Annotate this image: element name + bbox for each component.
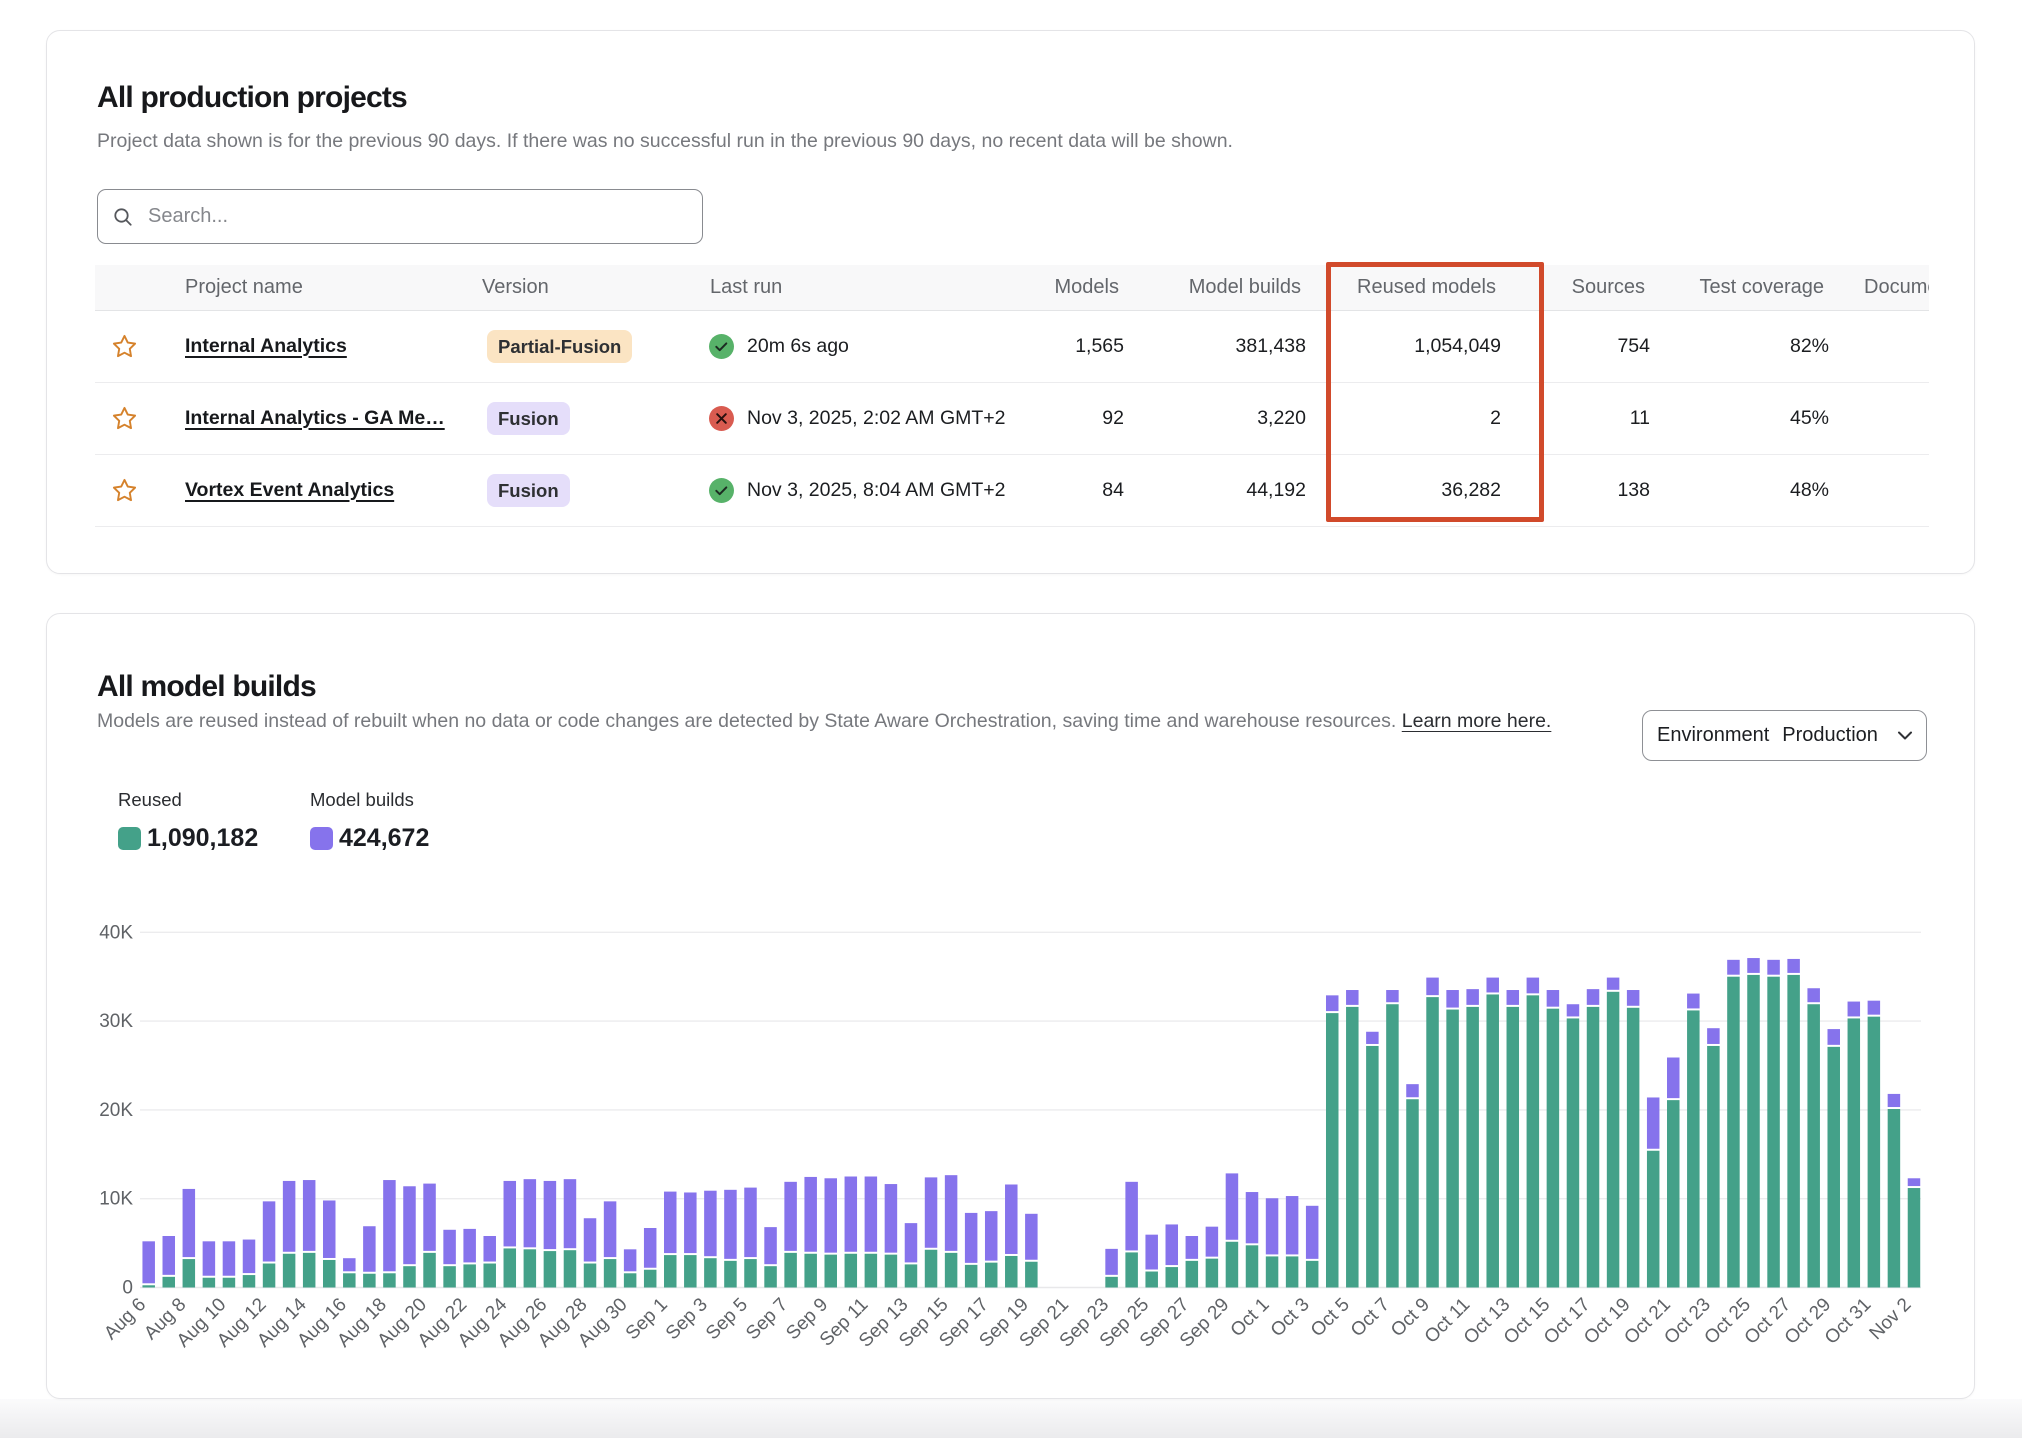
- svg-text:0: 0: [122, 1278, 133, 1299]
- svg-text:Sep 5: Sep 5: [702, 1294, 752, 1344]
- svg-text:Sep 3: Sep 3: [662, 1294, 712, 1344]
- svg-text:40K: 40K: [99, 922, 133, 943]
- svg-text:Oct 31: Oct 31: [1821, 1294, 1875, 1348]
- svg-text:Sep 7: Sep 7: [742, 1294, 792, 1344]
- svg-text:30K: 30K: [99, 1011, 133, 1032]
- svg-text:Oct 5: Oct 5: [1307, 1294, 1354, 1341]
- svg-text:Sep 1: Sep 1: [622, 1294, 672, 1344]
- svg-text:Oct 3: Oct 3: [1267, 1294, 1314, 1341]
- svg-text:Aug 6: Aug 6: [100, 1294, 150, 1344]
- svg-text:10K: 10K: [99, 1189, 133, 1210]
- svg-text:Oct 1: Oct 1: [1227, 1294, 1274, 1341]
- svg-text:Oct 7: Oct 7: [1347, 1294, 1394, 1341]
- svg-text:20K: 20K: [99, 1100, 133, 1121]
- svg-text:Nov 2: Nov 2: [1866, 1294, 1916, 1344]
